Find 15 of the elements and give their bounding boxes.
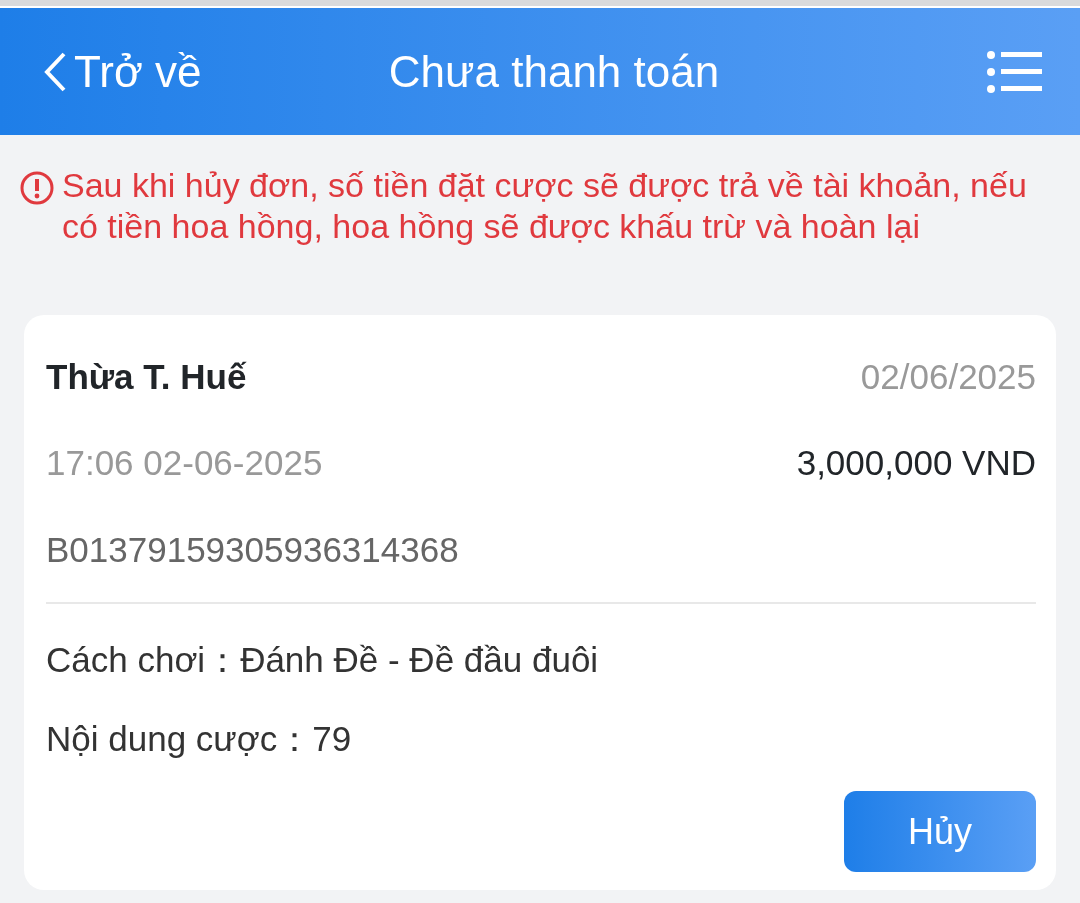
menu-icon[interactable] xyxy=(986,49,1042,94)
back-button[interactable]: Trở về xyxy=(42,38,242,105)
order-amount: 3,000,000 VND xyxy=(796,442,1036,485)
field-label: Cách chơi： xyxy=(46,639,241,682)
notice-text: Sau khi hủy đơn, số tiền đặt cược sẽ được trả về tài khoản, nếu có tiền hoa hồng, hoa hồng sẽ được khấu trừ và hoàn lại xyxy=(62,165,1028,247)
region-name: Thừa T. Huế xyxy=(46,355,247,398)
order-time: 17:06 02-06-2025 xyxy=(46,442,323,485)
page-title: Chưa thanh toán xyxy=(387,45,721,98)
field-label: Nội dung cược： xyxy=(46,717,313,760)
order-date: 02/06/2025 xyxy=(860,355,1036,398)
field-value: Đánh Đề - Đề đầu đuôi xyxy=(240,639,599,682)
warning-icon xyxy=(20,171,54,205)
field-value: 79 xyxy=(312,717,352,760)
order-code: B01379159305936314368 xyxy=(46,529,459,569)
cancel-button[interactable]: Hủy xyxy=(844,791,1036,873)
